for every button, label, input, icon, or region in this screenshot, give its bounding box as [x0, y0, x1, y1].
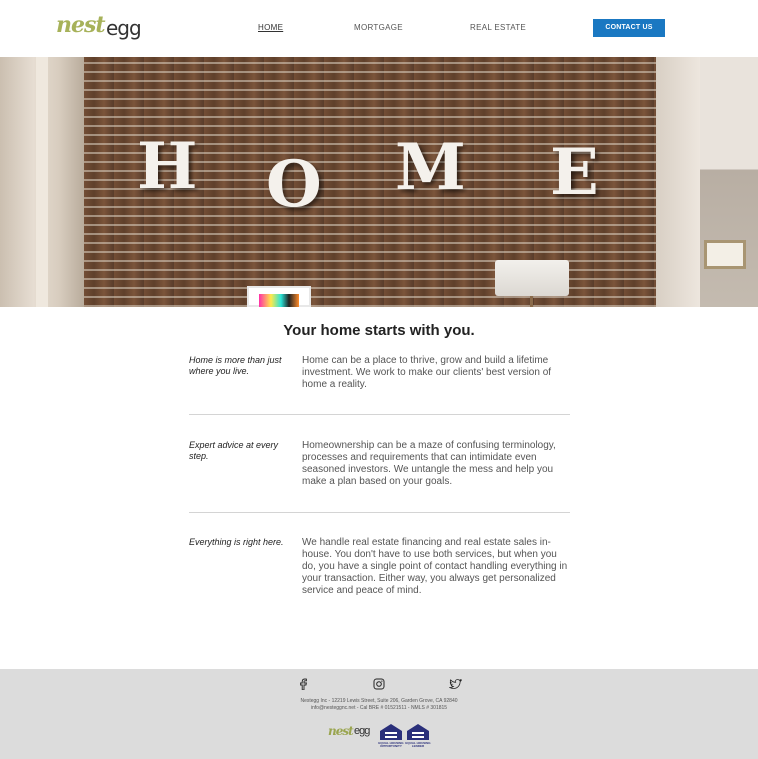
hero-column: [36, 57, 48, 307]
feature-label: Home is more than just where you live.: [189, 355, 282, 376]
nestegg-logo[interactable]: nest egg: [56, 12, 142, 46]
footer-logo-nest: nest: [328, 724, 354, 738]
logo-egg-text: egg: [106, 16, 142, 40]
hero-wall-edge: [656, 57, 700, 307]
section-divider: [189, 414, 570, 415]
footer-contact-info: info@nesteggnc.net - Cal BRE # 01521511 …: [310, 705, 448, 711]
equal-housing-house-icon: [380, 724, 402, 740]
page-title: Your home starts with you.: [283, 322, 475, 339]
twitter-icon[interactable]: [448, 677, 462, 691]
feature-body: Home can be a place to thrive, grow and …: [302, 355, 552, 390]
footer-logo-egg: egg: [354, 725, 370, 737]
hero-image: H O M E: [0, 57, 758, 307]
nav-home[interactable]: HOME: [258, 23, 283, 32]
picture-frame-right: [704, 240, 746, 269]
equal-housing-opportunity-badge: EQUAL HOUSING OPPORTUNITY: [378, 723, 404, 750]
badge-label: EQUAL HOUSING OPPORTUNITY: [378, 741, 404, 748]
frame-artwork: [259, 294, 299, 307]
feature-label: Expert advice at every step.: [189, 440, 279, 461]
footer-nestegg-logo[interactable]: nest egg: [328, 724, 376, 746]
feature-label: Everything is right here.: [189, 537, 284, 547]
equal-housing-lender-icon: [407, 724, 429, 740]
frame-inner: [707, 243, 743, 266]
contact-us-button[interactable]: CONTACT US: [593, 19, 665, 37]
logo-nest-text: nest: [56, 12, 106, 38]
hero-letter-m: M: [395, 130, 466, 205]
footer-address: Nestegg Inc - 12219 Lewis Street, Suite …: [300, 698, 458, 704]
site-header: nest egg HOME MORTGAGE REAL ESTATE CONTA…: [0, 0, 758, 57]
feature-body: We handle real estate financing and real…: [302, 537, 568, 596]
hero-letter-e: E: [550, 135, 599, 210]
instagram-icon[interactable]: [372, 677, 386, 691]
hero-letter-h: H: [137, 129, 198, 204]
facebook-icon[interactable]: [296, 677, 310, 691]
badge-label: EQUAL HOUSING LENDER: [405, 741, 431, 748]
picture-frame-left: [247, 286, 311, 307]
nav-mortgage[interactable]: MORTGAGE: [354, 23, 403, 32]
section-divider: [189, 512, 570, 513]
feature-body: Homeownership can be a maze of confusing…: [302, 440, 556, 487]
lamp-shade: [495, 260, 569, 296]
nav-real-estate[interactable]: REAL ESTATE: [470, 23, 526, 32]
equal-housing-lender-badge: EQUAL HOUSING LENDER: [405, 723, 431, 750]
lamp-stand: [530, 296, 533, 307]
hero-letter-o: O: [266, 147, 322, 222]
